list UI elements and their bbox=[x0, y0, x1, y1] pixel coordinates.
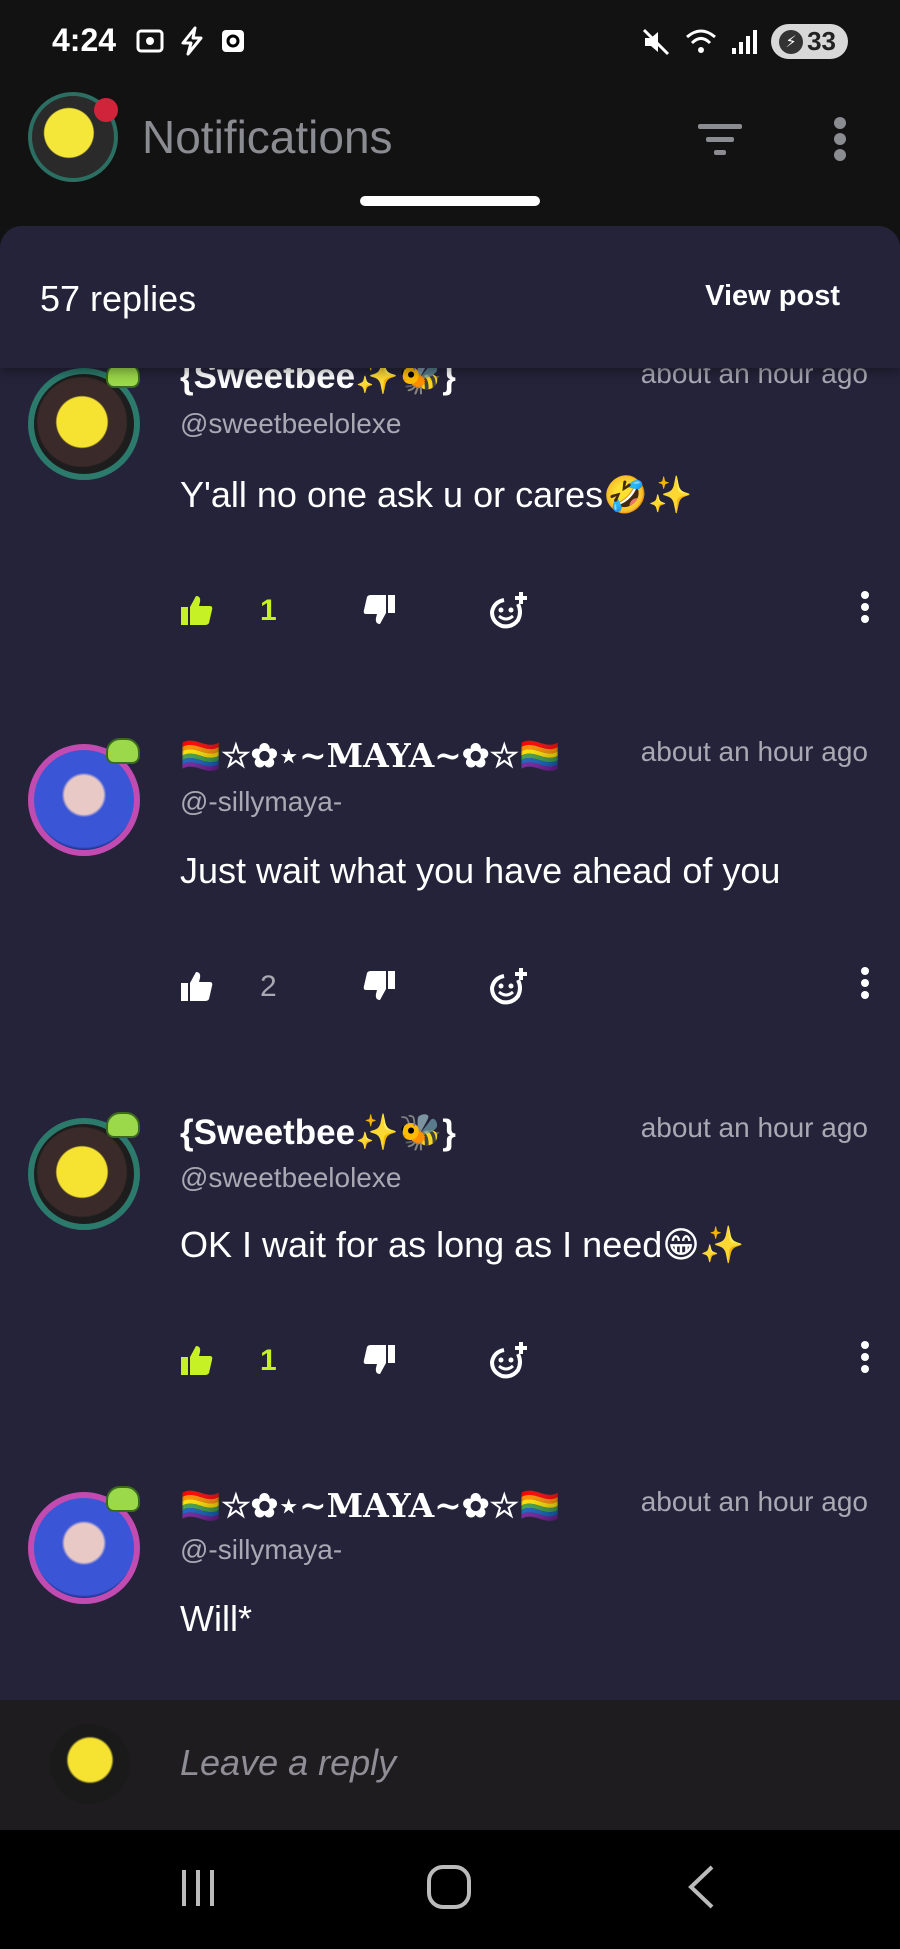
comment-item: {Sweetbee✨🐝} about an hour ago @sweetbee… bbox=[0, 357, 900, 742]
current-user-avatar bbox=[50, 1724, 130, 1804]
reply-input[interactable]: Leave a reply bbox=[180, 1742, 396, 1784]
overflow-menu-icon[interactable] bbox=[832, 116, 848, 162]
replies-sheet: 57 replies View post {Sweetbee✨🐝} about … bbox=[0, 226, 900, 1830]
comment-handle[interactable]: @sweetbeelolexe bbox=[180, 408, 401, 440]
comment-author[interactable]: 🏳️‍🌈☆✿⋆~MAYA~✿☆🏳️‍🌈 bbox=[180, 1486, 560, 1526]
like-count: 1 bbox=[260, 1344, 277, 1377]
comment-text: OK I wait for as long as I need😁✨ bbox=[180, 1224, 745, 1265]
thumbs-up-icon[interactable] bbox=[180, 970, 214, 1002]
mute-icon bbox=[643, 28, 670, 55]
screenshot-icon bbox=[136, 29, 164, 53]
add-reaction-icon[interactable] bbox=[488, 1340, 530, 1382]
filter-icon[interactable] bbox=[696, 120, 744, 160]
comment-actions: 1 bbox=[180, 590, 870, 640]
thumbs-up-icon[interactable] bbox=[180, 1344, 214, 1376]
avatar[interactable] bbox=[28, 1486, 140, 1604]
comment-author[interactable]: 🏳️‍🌈☆✿⋆~MAYA~✿☆🏳️‍🌈 bbox=[180, 736, 560, 776]
notification-badge bbox=[94, 98, 118, 122]
status-system-icons: ⚡ 33 bbox=[641, 24, 848, 59]
comment-actions: 1 bbox=[180, 1340, 870, 1390]
comment-menu-icon[interactable] bbox=[860, 590, 870, 624]
reply-bar: Leave a reply bbox=[0, 1700, 900, 1830]
sheet-header: 57 replies View post bbox=[0, 226, 900, 368]
comment-text: Y'all no one ask u or cares🤣✨ bbox=[180, 474, 693, 515]
comment-handle[interactable]: @-sillymaya- bbox=[180, 786, 342, 818]
comment-time: about an hour ago bbox=[640, 1486, 868, 1517]
avatar[interactable] bbox=[28, 738, 140, 856]
comment-menu-icon[interactable] bbox=[860, 1340, 870, 1374]
back-icon[interactable] bbox=[686, 1864, 716, 1910]
battery-indicator: ⚡ 33 bbox=[771, 24, 848, 59]
comment-item: {Sweetbee✨🐝} about an hour ago @sweetbee… bbox=[0, 1112, 900, 1492]
comment-actions: 2 bbox=[180, 966, 870, 1016]
thumbs-down-icon[interactable] bbox=[362, 1344, 396, 1376]
charging-icon: ⚡ bbox=[779, 29, 804, 54]
reply-count: 57 replies bbox=[40, 278, 197, 319]
avatar[interactable] bbox=[28, 362, 140, 480]
frog-badge-icon bbox=[106, 738, 140, 764]
battery-level: 33 bbox=[807, 26, 836, 56]
comment-text: Will* bbox=[180, 1598, 252, 1639]
status-notification-icons bbox=[135, 26, 247, 56]
comment-text: Just wait what you have ahead of you bbox=[180, 850, 781, 891]
comment-time: about an hour ago bbox=[640, 736, 868, 767]
profile-avatar[interactable] bbox=[28, 92, 118, 182]
thumbs-down-icon[interactable] bbox=[362, 970, 396, 1002]
avatar[interactable] bbox=[28, 1112, 140, 1230]
like-count: 2 bbox=[260, 970, 277, 1003]
signal-icon bbox=[732, 29, 758, 54]
bolt-app-icon bbox=[181, 26, 203, 56]
like-count: 1 bbox=[260, 594, 277, 627]
add-reaction-icon[interactable] bbox=[488, 966, 530, 1008]
comment-menu-icon[interactable] bbox=[860, 966, 870, 1000]
thumbs-down-icon[interactable] bbox=[362, 594, 396, 626]
frog-badge-icon bbox=[106, 1112, 140, 1138]
comment-author[interactable]: {Sweetbee✨🐝} bbox=[180, 1112, 456, 1153]
status-bar: 4:24 ⚡ 33 bbox=[0, 0, 900, 86]
comment-time: about an hour ago bbox=[640, 1112, 868, 1143]
view-post-button[interactable]: View post bbox=[705, 280, 840, 313]
clock: 4:24 bbox=[52, 22, 117, 58]
alarm-icon bbox=[222, 30, 244, 52]
recent-apps-icon[interactable] bbox=[178, 1868, 218, 1908]
app-bar: Notifications bbox=[0, 86, 900, 196]
comment-handle[interactable]: @sweetbeelolexe bbox=[180, 1162, 401, 1194]
thumbs-up-icon[interactable] bbox=[180, 594, 214, 626]
system-nav-bar bbox=[0, 1830, 900, 1949]
sheet-drag-handle[interactable] bbox=[360, 196, 540, 206]
frog-badge-icon bbox=[106, 1486, 140, 1512]
home-icon[interactable] bbox=[426, 1864, 472, 1910]
page-title: Notifications bbox=[142, 111, 393, 163]
wifi-icon bbox=[686, 29, 717, 53]
add-reaction-icon[interactable] bbox=[488, 590, 530, 632]
comment-handle[interactable]: @-sillymaya- bbox=[180, 1534, 342, 1566]
comment-item: 🏳️‍🌈☆✿⋆~MAYA~✿☆🏳️‍🌈 about an hour ago @-… bbox=[0, 736, 900, 1118]
